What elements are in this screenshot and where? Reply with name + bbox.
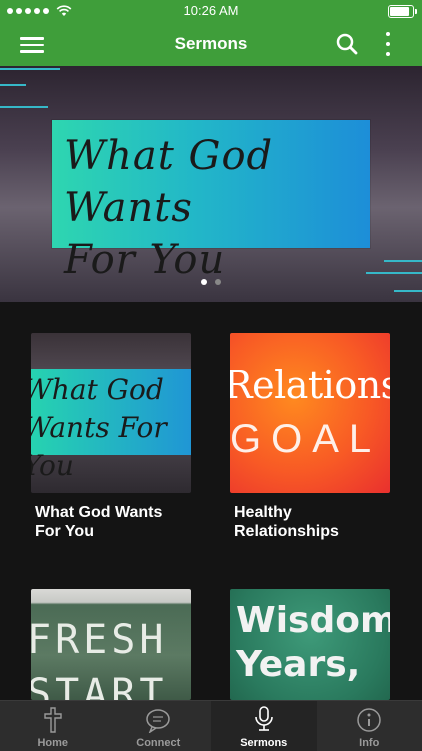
tab-info[interactable]: Info <box>317 701 422 751</box>
sermon-artwork: Relationship GOAL <box>230 333 390 493</box>
sermon-title: What God Wants For You <box>31 503 191 541</box>
sermon-tile[interactable]: FRESH START <box>31 589 191 700</box>
artwork-text: What God Wants For You <box>31 371 173 485</box>
navigation-bar: Sermons <box>0 22 422 66</box>
sermon-artwork: FRESH START <box>31 589 191 700</box>
page-dot-active <box>201 279 207 285</box>
tab-connect[interactable]: Connect <box>106 701 212 751</box>
status-time: 10:26 AM <box>0 3 422 18</box>
status-bar: 10:26 AM <box>0 0 422 22</box>
featured-carousel[interactable]: What God Wants For You <box>0 66 422 302</box>
microphone-icon <box>254 705 274 733</box>
carousel-page-indicator[interactable] <box>0 279 422 285</box>
tab-label: Info <box>359 737 379 749</box>
tab-bar: Home Connect Sermons Info <box>0 700 422 751</box>
chat-icon <box>145 707 171 733</box>
tab-home[interactable]: Home <box>0 701 106 751</box>
tab-label: Connect <box>136 737 180 749</box>
sermon-artwork: Wisdom, Years, <box>230 589 390 700</box>
artwork-text: Relationship <box>230 363 390 407</box>
search-icon[interactable] <box>336 33 358 55</box>
artwork-text: FRESH START <box>31 613 167 700</box>
battery-icon <box>388 5 414 18</box>
info-icon <box>356 707 382 733</box>
featured-artwork-text: What God Wants For You <box>64 130 362 286</box>
sermon-tile[interactable]: Relationship GOAL Healthy Relationships <box>230 333 390 541</box>
tab-sermons[interactable]: Sermons <box>211 701 317 751</box>
page-dot <box>215 279 221 285</box>
featured-sermon-artwork[interactable]: What God Wants For You <box>52 120 370 248</box>
sermon-title: Healthy Relationships <box>230 503 390 541</box>
tab-label: Home <box>37 737 68 749</box>
artwork-text: Wisdom, Years, <box>236 599 390 687</box>
more-options-button[interactable] <box>386 32 392 56</box>
artwork-text: GOAL <box>230 417 381 462</box>
page-title: Sermons <box>0 34 422 54</box>
tab-label: Sermons <box>240 737 287 749</box>
cross-icon <box>44 707 62 733</box>
sermon-tile[interactable]: Wisdom, Years, <box>230 589 390 700</box>
sermon-artwork: What God Wants For You <box>31 333 191 493</box>
sermon-tile[interactable]: What God Wants For You What God Wants Fo… <box>31 333 191 541</box>
